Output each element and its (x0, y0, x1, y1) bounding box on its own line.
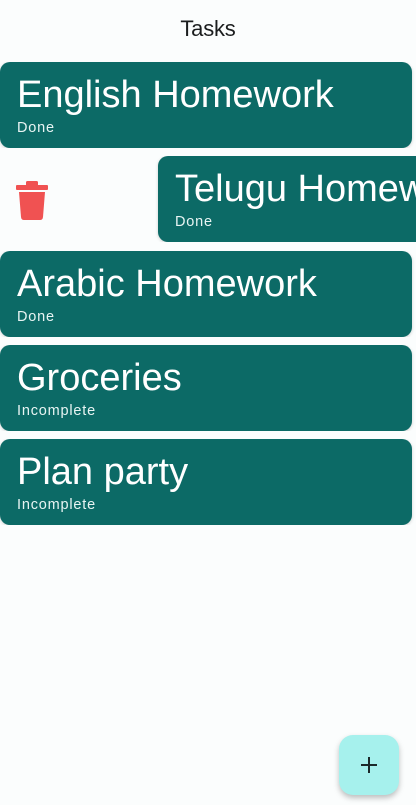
task-title: Groceries (17, 357, 182, 399)
task-title: Plan party (17, 451, 189, 493)
task-status: Done (17, 120, 55, 136)
task-title: Arabic Homework (17, 263, 317, 305)
task-row-telugu: Telugu Homework Done (0, 156, 416, 242)
plus-icon (361, 757, 377, 773)
task-list: English Homework Done Telugu Homework Do… (0, 0, 416, 805)
task-card[interactable]: Telugu Homework Done (158, 156, 416, 242)
task-card[interactable]: Plan party Incomplete (0, 439, 412, 525)
task-row-arabic: Arabic Homework Done (0, 251, 416, 337)
task-card[interactable]: Groceries Incomplete (0, 345, 412, 431)
add-task-button[interactable] (339, 735, 399, 795)
task-row-plan-party: Plan party Incomplete (0, 439, 416, 525)
task-status: Incomplete (17, 497, 96, 513)
task-status: Done (17, 309, 55, 325)
task-row-english: English Homework Done (0, 62, 416, 148)
task-status: Done (175, 214, 213, 230)
task-title: English Homework (17, 74, 334, 116)
task-title: Telugu Homework (175, 168, 416, 210)
trash-icon[interactable] (16, 180, 48, 220)
task-card[interactable]: English Homework Done (0, 62, 412, 148)
task-card[interactable]: Arabic Homework Done (0, 251, 412, 337)
task-row-groceries: Groceries Incomplete (0, 345, 416, 431)
task-status: Incomplete (17, 403, 96, 419)
